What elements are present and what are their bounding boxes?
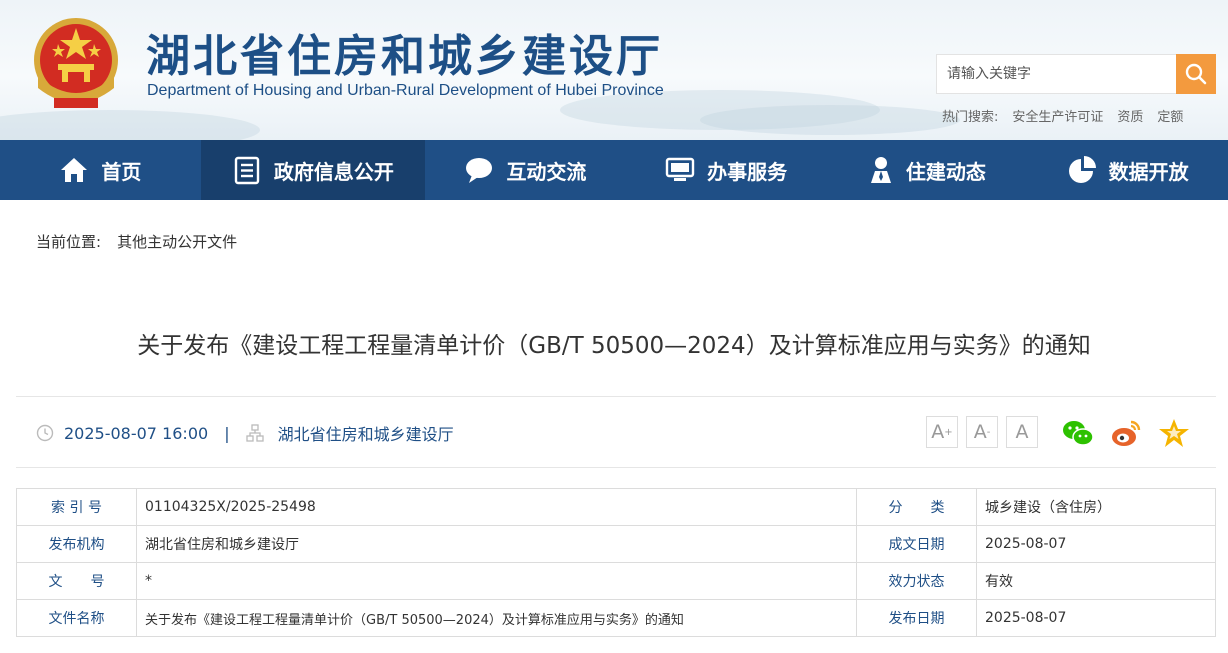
info-value: 2025-08-07 bbox=[976, 599, 1216, 637]
favorite-star-icon[interactable] bbox=[1158, 417, 1190, 449]
font-decrease-button[interactable]: A- bbox=[966, 416, 998, 448]
home-icon bbox=[61, 158, 88, 182]
nav-item-government-info[interactable]: 政府信息公开 bbox=[200, 140, 426, 200]
info-label: 文件名称 bbox=[16, 599, 137, 637]
national-emblem-icon bbox=[34, 18, 118, 108]
info-label: 效力状态 bbox=[856, 562, 977, 600]
info-value: * bbox=[136, 562, 857, 600]
search-button[interactable] bbox=[1176, 54, 1216, 94]
publish-datetime: 2025-08-07 16:00 bbox=[64, 423, 209, 443]
clock-icon bbox=[36, 424, 54, 442]
monitor-icon bbox=[665, 157, 695, 181]
info-label: 成文日期 bbox=[856, 525, 977, 563]
article-meta-info: 2025-08-07 16:00 | 湖北省住房和城乡建设厅 bbox=[36, 421, 454, 445]
hot-search: 热门搜索: 安全生产许可证 资质 定额 bbox=[942, 106, 1183, 125]
article-meta-bar: 2025-08-07 16:00 | 湖北省住房和城乡建设厅 A + A- A bbox=[16, 396, 1216, 468]
search-input[interactable] bbox=[937, 55, 1176, 93]
main-nav: 首页 政府信息公开 互动交流 办事服务 住建动态 数据开放 bbox=[0, 140, 1228, 200]
table-row: 文 号 * 效力状态 有效 bbox=[16, 562, 1216, 600]
site-subtitle: Department of Housing and Urban-Rural De… bbox=[147, 82, 664, 99]
info-label: 发布机构 bbox=[16, 525, 137, 563]
org-structure-icon bbox=[245, 424, 264, 442]
breadcrumb-current[interactable]: 其他主动公开文件 bbox=[117, 231, 237, 252]
info-value: 2025-08-07 bbox=[976, 525, 1216, 563]
nav-item-label: 住建动态 bbox=[905, 159, 986, 184]
site-title: 湖北省住房和城乡建设厅 bbox=[146, 31, 663, 82]
chat-bubble-icon bbox=[466, 158, 493, 183]
nav-item-label: 互动交流 bbox=[506, 159, 587, 184]
font-increase-button[interactable]: A + bbox=[926, 416, 958, 448]
hot-search-link[interactable]: 定额 bbox=[1157, 106, 1183, 125]
info-value: 有效 bbox=[976, 562, 1216, 600]
publish-source: 湖北省住房和城乡建设厅 bbox=[277, 425, 454, 444]
table-row: 文件名称 关于发布《建设工程工程量清单计价（GB/T 50500—2024）及计… bbox=[16, 599, 1216, 637]
nav-item-interaction[interactable]: 互动交流 bbox=[425, 140, 626, 200]
nav-item-home[interactable]: 首页 bbox=[0, 140, 201, 200]
article-title: 关于发布《建设工程工程量清单计价（GB/T 50500—2024）及计算标准应用… bbox=[137, 333, 1091, 359]
info-value: 01104325X/2025-25498 bbox=[136, 488, 857, 526]
info-label: 发布日期 bbox=[856, 599, 977, 637]
breadcrumb-label: 当前位置: bbox=[36, 233, 102, 251]
weibo-share-icon[interactable] bbox=[1110, 417, 1142, 449]
hot-search-link[interactable]: 资质 bbox=[1117, 106, 1143, 125]
document-list-icon bbox=[234, 156, 260, 185]
document-info-table: 索 引 号 01104325X/2025-25498 分 类 城乡建设（含住房）… bbox=[16, 488, 1216, 637]
nav-item-label: 数据开放 bbox=[1108, 159, 1189, 184]
pie-chart-icon bbox=[1068, 156, 1096, 183]
background-mist bbox=[700, 105, 960, 135]
info-label: 文 号 bbox=[16, 562, 137, 600]
nav-item-label: 首页 bbox=[101, 159, 142, 184]
wechat-share-icon[interactable] bbox=[1062, 417, 1094, 449]
nav-item-open-data[interactable]: 数据开放 bbox=[1027, 140, 1228, 200]
meta-separator: | bbox=[224, 423, 230, 443]
info-label: 分 类 bbox=[856, 488, 977, 526]
site-header: 湖北省住房和城乡建设厅 Department of Housing and Ur… bbox=[0, 0, 1228, 140]
nav-item-label: 办事服务 bbox=[707, 159, 788, 184]
nav-item-news[interactable]: 住建动态 bbox=[827, 140, 1028, 200]
info-value: 湖北省住房和城乡建设厅 bbox=[136, 525, 857, 563]
search-icon bbox=[1185, 63, 1207, 85]
table-row: 索 引 号 01104325X/2025-25498 分 类 城乡建设（含住房） bbox=[16, 488, 1216, 526]
person-icon bbox=[870, 157, 891, 183]
nav-item-services[interactable]: 办事服务 bbox=[626, 140, 827, 200]
font-reset-button[interactable]: A bbox=[1006, 416, 1038, 448]
info-label: 索 引 号 bbox=[16, 488, 137, 526]
nav-item-label: 政府信息公开 bbox=[273, 159, 394, 184]
breadcrumb: 当前位置: 其他主动公开文件 bbox=[36, 231, 237, 252]
background-mist bbox=[0, 110, 260, 140]
hot-search-label: 热门搜索: bbox=[942, 110, 999, 125]
hot-search-link[interactable]: 安全生产许可证 bbox=[1012, 106, 1103, 125]
table-row: 发布机构 湖北省住房和城乡建设厅 成文日期 2025-08-07 bbox=[16, 525, 1216, 563]
search-box bbox=[936, 54, 1176, 94]
info-value: 关于发布《建设工程工程量清单计价（GB/T 50500—2024）及计算标准应用… bbox=[136, 599, 857, 637]
info-value: 城乡建设（含住房） bbox=[976, 488, 1216, 526]
